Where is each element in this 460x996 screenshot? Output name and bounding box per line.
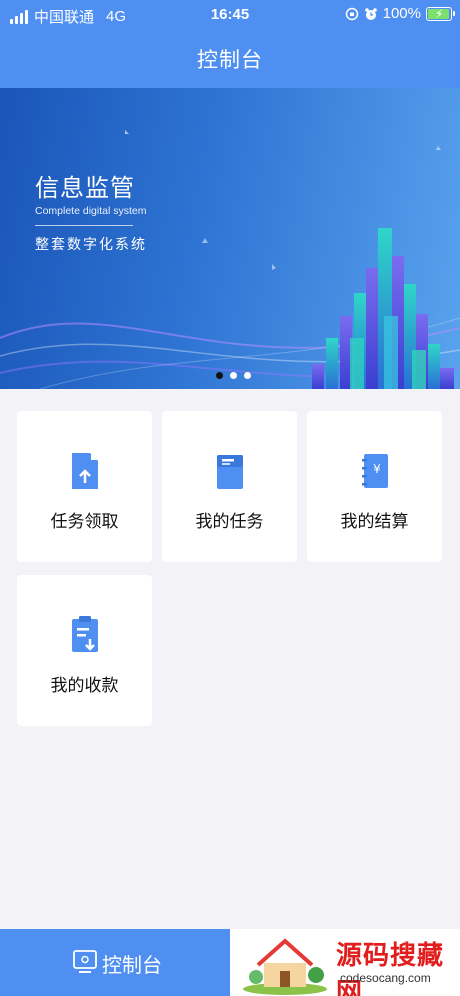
orientation-lock-icon xyxy=(345,7,358,20)
status-bar: 中国联通 4G 16:45 100% ⚡ xyxy=(0,0,460,30)
menu-label: 我的收款 xyxy=(50,676,119,695)
menu-card-settlement[interactable]: ¥ 我的结算 xyxy=(307,411,442,562)
battery-percent: 100% xyxy=(382,5,421,22)
tab-console[interactable]: 控制台 xyxy=(0,929,230,996)
menu-card-task-claim[interactable]: 任务领取 xyxy=(17,411,152,562)
tab-label: 控制台 xyxy=(102,955,162,977)
battery-icon: ⚡ xyxy=(426,6,455,21)
menu-label: 任务领取 xyxy=(50,512,119,531)
status-bar-right: 100% ⚡ xyxy=(345,5,455,22)
page-title: 控制台 xyxy=(197,49,263,72)
receipt-icon xyxy=(71,616,98,652)
menu-card-my-task[interactable]: 我的任务 xyxy=(162,411,297,562)
my-task-icon xyxy=(216,455,243,489)
banner-description: 整套数字化系统 xyxy=(35,236,147,252)
carousel-dot[interactable] xyxy=(216,372,223,379)
banner-divider xyxy=(35,225,133,226)
menu-label: 我的结算 xyxy=(340,512,409,531)
menu-label: 我的任务 xyxy=(195,512,264,531)
watermark-text: 源码搜藏网 xyxy=(336,941,445,996)
settlement-icon: ¥ xyxy=(361,454,388,488)
monitor-icon xyxy=(73,950,97,973)
bottom-tab-bar: 控制台 源码搜藏网 codesocang.com xyxy=(0,929,460,996)
carousel-dot[interactable] xyxy=(230,372,237,379)
app-header: 中国联通 4G 16:45 100% ⚡ 控制台 xyxy=(0,0,460,88)
watermark-url: codesocang.com xyxy=(340,971,431,985)
task-claim-icon xyxy=(71,453,98,489)
banner-title: 信息监管 xyxy=(35,175,135,202)
carousel-indicator[interactable] xyxy=(216,372,251,379)
banner-subtitle: Complete digital system xyxy=(35,205,147,217)
alarm-icon xyxy=(364,7,377,20)
watermark-logo: 源码搜藏网 codesocang.com xyxy=(240,929,460,996)
svg-text:¥: ¥ xyxy=(373,462,381,476)
banner-carousel[interactable]: 信息监管 Complete digital system 整套数字化系统 xyxy=(0,88,460,389)
menu-card-receipt[interactable]: 我的收款 xyxy=(17,575,152,726)
house-logo-icon xyxy=(243,938,327,995)
carousel-dot[interactable] xyxy=(244,372,251,379)
